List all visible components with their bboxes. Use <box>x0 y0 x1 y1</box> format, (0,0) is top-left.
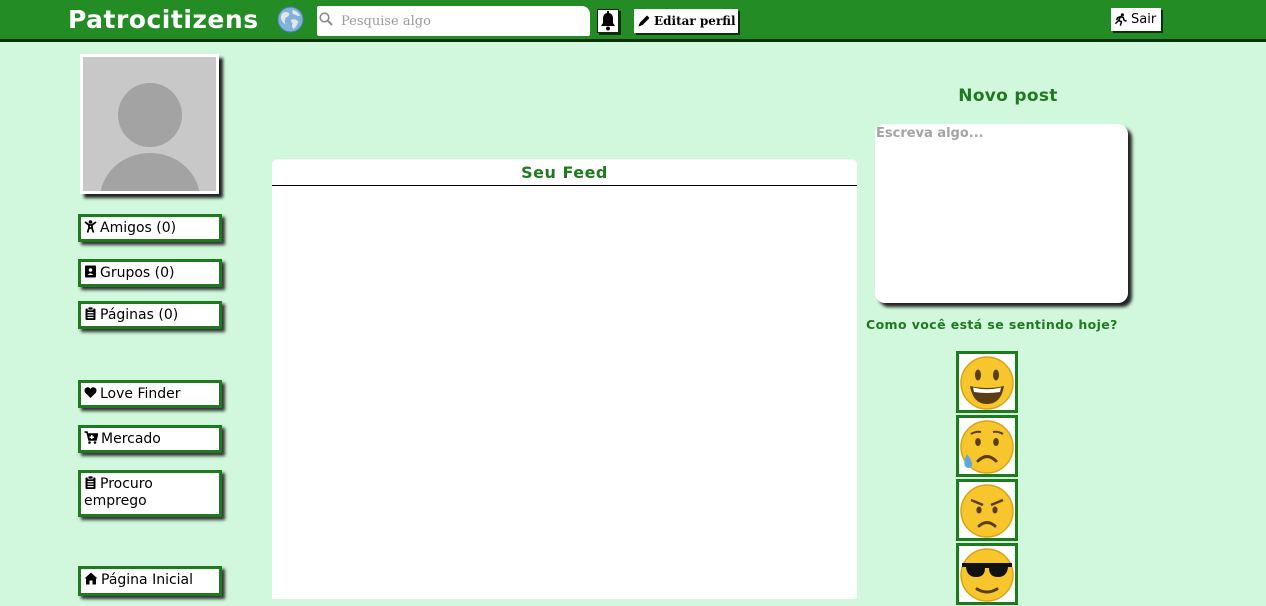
clipboard-icon <box>85 307 96 320</box>
sidebar-item-label: Página Inicial <box>101 572 194 588</box>
logout-button[interactable]: Sair <box>1111 8 1161 31</box>
heart-icon <box>84 387 97 398</box>
globe-icon <box>277 6 304 33</box>
top-navbar: Patrocitizens Editar perfil Sair <box>0 0 1266 42</box>
home-icon <box>84 572 98 585</box>
running-exit-icon <box>1115 13 1127 26</box>
sidebar-item-friends[interactable]: Amigos (0) <box>78 214 222 242</box>
new-post-title: Novo post <box>958 86 1058 106</box>
sidebar-item-job-search[interactable]: Procuro emprego <box>78 470 222 517</box>
default-user-avatar <box>83 57 216 191</box>
new-post-box[interactable] <box>875 124 1128 303</box>
sunglasses-face-icon <box>960 548 1014 602</box>
sidebar-item-label: Grupos (0) <box>100 265 175 281</box>
edit-profile-button[interactable]: Editar perfil <box>634 9 738 33</box>
sad-sweat-face-icon <box>960 420 1014 474</box>
sidebar-item-label: Mercado <box>101 431 161 447</box>
sidebar-item-love-finder[interactable]: Love Finder <box>78 380 222 408</box>
sidebar-item-market[interactable]: Mercado <box>78 425 222 453</box>
feed-panel: Seu Feed <box>272 159 857 599</box>
sidebar-item-label: Love Finder <box>100 386 181 402</box>
feed-title: Seu Feed <box>272 159 857 186</box>
mood-angry-button[interactable] <box>956 479 1018 541</box>
angry-face-icon <box>960 484 1014 538</box>
search-input[interactable] <box>339 6 589 36</box>
contact-book-icon <box>85 265 96 278</box>
notifications-button[interactable] <box>597 9 619 33</box>
profile-avatar[interactable] <box>80 54 219 194</box>
sidebar-item-label: Páginas (0) <box>100 307 179 323</box>
new-post-textarea[interactable] <box>875 124 1128 303</box>
logout-label: Sair <box>1131 12 1157 27</box>
clipboard-icon <box>85 476 96 489</box>
mood-sad-button[interactable] <box>956 415 1018 477</box>
search-icon <box>319 12 333 26</box>
pencil-icon <box>638 15 650 27</box>
search-box[interactable] <box>317 6 590 36</box>
smiling-face-icon <box>960 356 1014 410</box>
mood-cool-button[interactable] <box>956 543 1018 605</box>
person-icon <box>84 220 97 233</box>
cart-icon <box>84 431 98 444</box>
sidebar-item-label: Amigos (0) <box>100 220 177 236</box>
person-silhouette-icon <box>100 83 200 191</box>
mood-happy-button[interactable] <box>956 351 1018 413</box>
bell-icon <box>601 11 615 31</box>
edit-profile-label: Editar perfil <box>654 14 736 28</box>
sidebar-item-groups[interactable]: Grupos (0) <box>78 259 222 287</box>
brand-logo-text[interactable]: Patrocitizens <box>68 3 259 37</box>
feeling-question: Como você está se sentindo hoje? <box>866 317 1118 332</box>
sidebar-item-pages[interactable]: Páginas (0) <box>78 301 222 329</box>
